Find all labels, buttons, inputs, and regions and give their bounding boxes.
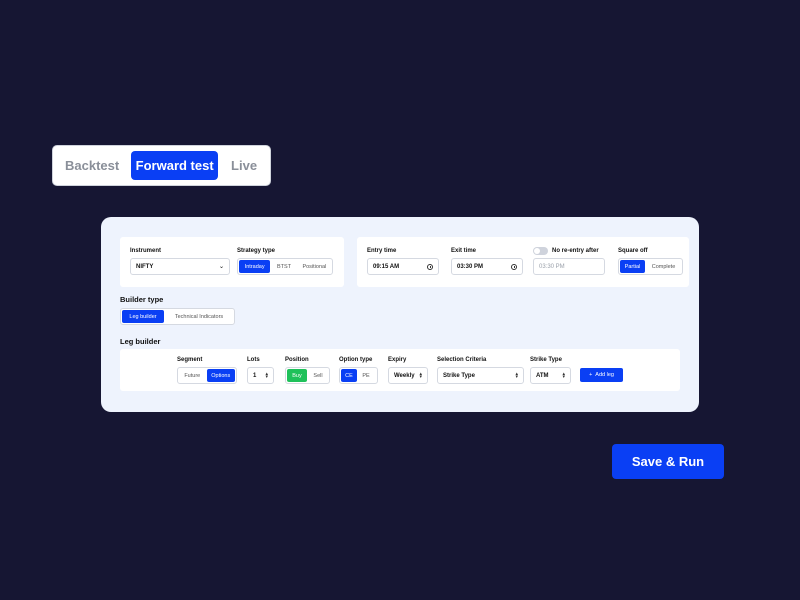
instrument-label: Instrument xyxy=(130,248,162,254)
strike-type-select[interactable]: ATM ▴ ▾ xyxy=(530,367,571,384)
lots-stepper[interactable]: 1 ▴ ▾ xyxy=(247,367,274,384)
add-leg-button[interactable]: + Add leg xyxy=(580,368,623,382)
exit-time-value: 03:30 PM xyxy=(457,263,484,270)
chevron-down-icon: ⌄ xyxy=(218,264,224,270)
strategy-type-label: Strategy type xyxy=(237,248,276,254)
option-ce[interactable]: CE xyxy=(341,369,357,382)
selection-criteria-value: Strike Type xyxy=(443,372,475,379)
tab-backtest[interactable]: Backtest xyxy=(57,151,127,180)
selection-criteria-label: Selection Criteria xyxy=(437,357,487,363)
position-segmented: Buy Sell xyxy=(285,367,330,384)
position-label: Position xyxy=(285,357,309,363)
entry-time-value: 09:15 AM xyxy=(373,263,400,270)
entry-time-label: Entry time xyxy=(367,248,397,254)
mode-tabs: Backtest Forward test Live xyxy=(52,145,271,186)
no-reentry-toggle[interactable] xyxy=(533,247,548,255)
builder-technical-indicators[interactable]: Technical Indicators xyxy=(165,310,233,323)
add-leg-label: Add leg xyxy=(595,372,614,378)
clock-icon xyxy=(511,263,517,270)
instrument-panel: Instrument NIFTY ⌄ Strategy type Intrada… xyxy=(120,237,344,287)
strategy-type-segmented: Intraday BTST Positional xyxy=(237,258,333,275)
strategy-form-card: Instrument NIFTY ⌄ Strategy type Intrada… xyxy=(101,217,699,412)
tab-forward-test[interactable]: Forward test xyxy=(131,151,219,180)
leg-builder-panel: Segment Future Options Lots 1 ▴ ▾ Positio… xyxy=(120,349,680,391)
option-pe[interactable]: PE xyxy=(358,369,374,382)
up-down-icon: ▴ ▾ xyxy=(419,370,422,380)
square-off-partial[interactable]: Partial xyxy=(620,260,645,273)
no-reentry-placeholder: 03:30 PM xyxy=(539,263,565,270)
square-off-label: Square off xyxy=(618,248,648,254)
timing-panel: Entry time 09:15 AM Exit time 03:30 PM N… xyxy=(357,237,689,287)
segment-segmented: Future Options xyxy=(177,367,237,384)
position-sell[interactable]: Sell xyxy=(308,369,328,382)
lots-label: Lots xyxy=(247,357,260,363)
strike-type-label: Strike Type xyxy=(530,357,562,363)
option-type-segmented: CE PE xyxy=(339,367,378,384)
plus-icon: + xyxy=(589,372,593,378)
exit-time-label: Exit time xyxy=(451,248,477,254)
builder-type-segmented: Leg builder Technical Indicators xyxy=(120,308,235,325)
save-and-run-button[interactable]: Save & Run xyxy=(612,444,724,479)
instrument-value: NIFTY xyxy=(136,263,154,270)
segment-options[interactable]: Options xyxy=(206,369,235,382)
expiry-value: Weekly xyxy=(394,372,415,379)
position-buy[interactable]: Buy xyxy=(287,369,307,382)
builder-leg-builder[interactable]: Leg builder xyxy=(122,310,164,323)
strategy-positional[interactable]: Positional xyxy=(298,260,331,273)
builder-type-title: Builder type xyxy=(120,295,164,304)
instrument-select[interactable]: NIFTY ⌄ xyxy=(130,258,230,275)
up-down-icon: ▴ ▾ xyxy=(515,370,518,380)
no-reentry-label: No re-entry after xyxy=(552,248,599,254)
exit-time-input[interactable]: 03:30 PM xyxy=(451,258,523,275)
segment-label: Segment xyxy=(177,357,203,363)
square-off-complete[interactable]: Complete xyxy=(646,260,681,273)
square-off-segmented: Partial Complete xyxy=(618,258,683,275)
up-down-icon: ▴ ▾ xyxy=(562,370,565,380)
tab-live[interactable]: Live xyxy=(222,151,266,180)
segment-future[interactable]: Future xyxy=(179,369,206,382)
option-type-label: Option type xyxy=(339,357,373,363)
strategy-btst[interactable]: BTST xyxy=(271,260,296,273)
leg-builder-title: Leg builder xyxy=(120,337,161,346)
selection-criteria-select[interactable]: Strike Type ▴ ▾ xyxy=(437,367,524,384)
expiry-select[interactable]: Weekly ▴ ▾ xyxy=(388,367,428,384)
no-reentry-time-input[interactable]: 03:30 PM xyxy=(533,258,605,275)
lots-value: 1 xyxy=(253,372,257,379)
strike-type-value: ATM xyxy=(536,372,549,379)
clock-icon xyxy=(427,263,433,270)
expiry-label: Expiry xyxy=(388,357,407,363)
up-down-icon: ▴ ▾ xyxy=(265,370,268,380)
strategy-intraday[interactable]: Intraday xyxy=(239,260,271,273)
entry-time-input[interactable]: 09:15 AM xyxy=(367,258,439,275)
